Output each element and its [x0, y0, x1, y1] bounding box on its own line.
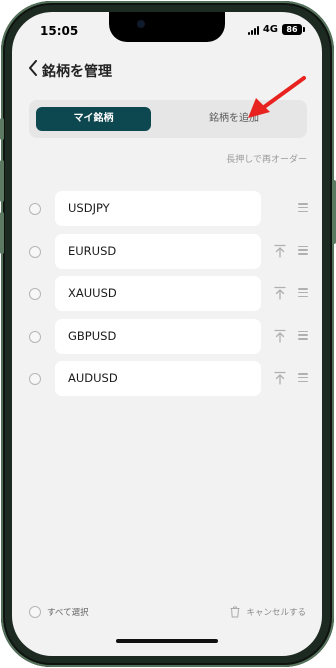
drag-handle-icon[interactable] [298, 373, 308, 383]
symbol-list: USDJPY EURUSD XAUUSD GBPUSD AUDUSD [12, 188, 322, 401]
symbol-name: XAUUSD [55, 276, 261, 311]
row-radio[interactable] [29, 203, 41, 215]
row-radio[interactable] [29, 288, 41, 300]
drag-handle-icon[interactable] [298, 245, 308, 256]
list-item: GBPUSD [12, 316, 322, 358]
power-button [332, 180, 336, 244]
select-all[interactable]: すべて選択 [29, 606, 89, 618]
symbol-name: AUDUSD [55, 361, 261, 396]
list-item: AUDUSD [12, 358, 322, 400]
drag-handle-icon[interactable] [298, 330, 308, 341]
list-item: USDJPY [12, 188, 322, 230]
row-radio[interactable] [29, 245, 41, 258]
drag-handle-icon[interactable] [298, 288, 308, 298]
notch [109, 12, 225, 42]
move-to-top-icon[interactable] [274, 329, 286, 343]
list-item: XAUUSD [12, 273, 322, 315]
cancel-label: キャンセルする [246, 608, 306, 618]
symbol-name: USDJPY [55, 191, 261, 226]
battery-icon: 86 [282, 24, 305, 35]
move-to-top-icon[interactable] [274, 371, 286, 385]
select-all-radio[interactable] [29, 606, 41, 618]
cancel-button[interactable]: キャンセルする [230, 606, 306, 618]
volume-down-button [0, 212, 4, 254]
drag-handle-icon[interactable] [298, 203, 308, 213]
move-to-top-icon[interactable] [274, 244, 286, 258]
symbol-name: GBPUSD [55, 318, 261, 354]
screen: 15:05 4G 86 銘柄を管理 マイ銘柄 銘柄を追加 長押しで再オーダー U… [12, 12, 322, 656]
page-title: 銘柄を管理 [42, 64, 112, 80]
network-type: 4G [262, 24, 278, 35]
camera-dot [137, 20, 145, 28]
reorder-hint: 長押しで再オーダー [226, 155, 307, 165]
home-indicator [116, 639, 218, 643]
side-button [0, 118, 4, 140]
trash-icon [230, 606, 240, 618]
move-to-top-icon[interactable] [274, 286, 286, 300]
chevron-left-icon[interactable] [26, 60, 40, 82]
list-item: EURUSD [12, 231, 322, 273]
volume-up-button [0, 160, 4, 202]
signal-icon [247, 25, 259, 35]
select-all-label: すべて選択 [47, 608, 89, 618]
tab-my-symbols[interactable]: マイ銘柄 [36, 107, 151, 131]
row-radio[interactable] [29, 373, 41, 385]
status-time: 15:05 [40, 24, 79, 38]
annotation-arrow-icon [248, 76, 306, 118]
row-radio[interactable] [29, 330, 41, 343]
symbol-name: EURUSD [55, 233, 261, 269]
status-icons: 4G 86 [247, 24, 305, 35]
